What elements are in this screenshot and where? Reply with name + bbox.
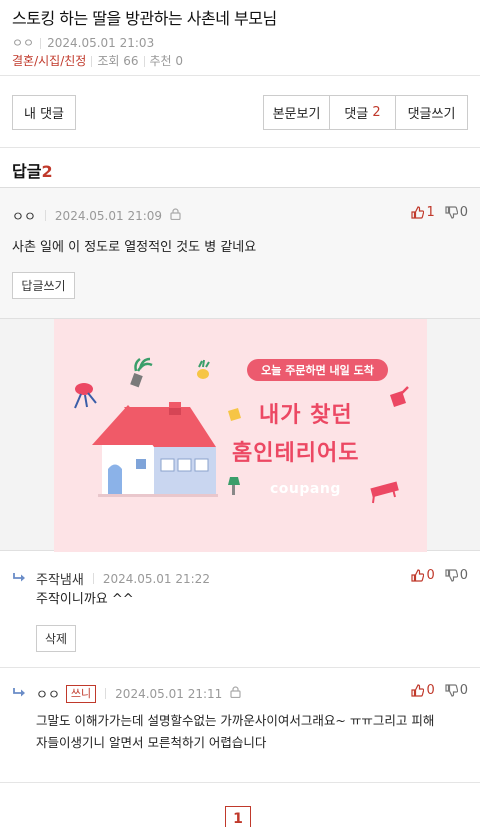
thumbs-down-icon <box>445 569 458 582</box>
writer-badge: 쓰니 <box>65 684 97 703</box>
post-datetime: 2024.05.01 21:03 <box>47 36 155 50</box>
divider <box>0 782 480 783</box>
view-post-button[interactable]: 본문보기 <box>263 95 329 130</box>
replies-count: 2 <box>41 162 53 181</box>
post-header: 스토킹 하는 딸을 방관하는 사촌네 부모님 ㅇㅇ 2024.05.01 21:0… <box>0 0 480 76</box>
post-views: 조회 66 <box>97 54 139 68</box>
downvote-button[interactable]: 0 <box>445 683 468 698</box>
comments-button[interactable]: 댓글 2 <box>329 95 395 130</box>
comments-label: 댓글 <box>344 107 369 122</box>
comment-author: 주작냄새 <box>36 573 84 588</box>
upvote-button[interactable]: 1 <box>411 205 435 220</box>
comment-meta: 주작냄새 2024.05.01 21:22 <box>36 569 210 589</box>
comment-item: 주작냄새 2024.05.01 21:22 0 0 주작이니까요 ^^ 삭제 <box>0 552 480 667</box>
replies-heading: 답글2 <box>12 158 53 182</box>
downvote-count: 0 <box>459 683 468 698</box>
downvote-button[interactable]: 0 <box>445 205 468 220</box>
comment-datetime: 2024.05.01 21:22 <box>102 571 210 586</box>
ad-banner[interactable]: 오늘 주문하면 내일 도착 내가 찾던 홈인테리어도 coupang <box>54 319 427 552</box>
reply-write-button[interactable]: 답글쓰기 <box>12 272 75 299</box>
comment-meta: ㅇㅇ 2024.05.01 21:09 <box>12 206 181 225</box>
replies-label: 답글 <box>12 162 42 181</box>
ad-area: 오늘 주문하면 내일 도착 내가 찾던 홈인테리어도 coupang <box>0 318 480 552</box>
thumbs-up-icon <box>411 569 425 582</box>
comment-toolbar: 내 댓글 본문보기 댓글 2 댓글쓰기 <box>12 95 468 130</box>
upvote-count: 0 <box>426 568 435 583</box>
reply-arrow-icon <box>12 684 27 703</box>
comment-text-line-2: 자들이생기니 알면서 모른척하기 어렵습니다 <box>36 735 267 750</box>
comment-datetime: 2024.05.01 21:11 <box>115 686 223 701</box>
comment-text: 주작이니까요 ^^ <box>36 592 134 607</box>
comment-text-line-1: 그말도 이해가가는데 설명할수없는 가까운사이여서그래요~ ㅠㅠ그리고 피해 <box>36 713 435 728</box>
my-comments-button[interactable]: 내 댓글 <box>12 95 76 130</box>
comment-datetime: 2024.05.01 21:09 <box>54 208 163 223</box>
downvote-count: 0 <box>459 568 468 583</box>
ad-brand-logo: coupang <box>270 481 341 497</box>
comment-votes: 0 0 <box>411 568 468 583</box>
post-recommend: 추천 0 <box>149 54 184 68</box>
comment-item: ㅇㅇ 2024.05.01 21:09 1 0 사촌 일에 이 정도로 열정적인… <box>0 188 480 318</box>
thumbs-up-icon <box>411 206 425 219</box>
comment-author: ㅇㅇ <box>12 210 36 225</box>
comment-item: ㅇㅇ 쓰니 2024.05.01 21:11 0 0 그말도 이해가가는데 설명… <box>0 668 480 782</box>
comment-votes: 0 0 <box>411 683 468 698</box>
reply-arrow-icon <box>12 569 27 588</box>
post-category[interactable]: 결혼/시집/친정 <box>12 54 86 68</box>
post-title: 스토킹 하는 딸을 방관하는 사촌네 부모님 <box>12 9 277 28</box>
thumbs-down-icon <box>445 684 458 697</box>
comments-count: 2 <box>372 105 381 120</box>
thumbs-down-icon <box>445 206 458 219</box>
delete-button[interactable]: 삭제 <box>36 625 76 652</box>
post-stats: 결혼/시집/친정 조회 66 추천 0 <box>12 53 468 69</box>
lock-icon <box>230 686 241 701</box>
post-meta: ㅇㅇ 2024.05.01 21:03 <box>12 35 468 51</box>
write-comment-button[interactable]: 댓글쓰기 <box>395 95 468 130</box>
pagination-current-page[interactable]: 1 <box>225 806 251 827</box>
thumbs-up-icon <box>411 684 425 697</box>
comment-text: 사촌 일에 이 정도로 열정적인 것도 병 같네요 <box>12 240 257 255</box>
downvote-button[interactable]: 0 <box>445 568 468 583</box>
upvote-button[interactable]: 0 <box>411 683 435 698</box>
comment-votes: 1 0 <box>411 205 468 220</box>
ad-tag: 오늘 주문하면 내일 도착 <box>247 359 388 381</box>
ad-headline-2: 홈인테리어도 <box>232 441 360 466</box>
downvote-count: 0 <box>459 205 468 220</box>
toolbar-button-group: 본문보기 댓글 2 댓글쓰기 <box>263 95 468 130</box>
upvote-count: 0 <box>426 683 435 698</box>
upvote-button[interactable]: 0 <box>411 568 435 583</box>
upvote-count: 1 <box>426 205 435 220</box>
post-author: ㅇㅇ <box>12 36 35 50</box>
ad-headline-1: 내가 찾던 <box>259 403 353 428</box>
divider <box>0 147 480 148</box>
comment-meta: ㅇㅇ 쓰니 2024.05.01 21:11 <box>36 684 241 703</box>
lock-icon <box>170 208 181 223</box>
comment-author: ㅇㅇ <box>36 688 60 703</box>
